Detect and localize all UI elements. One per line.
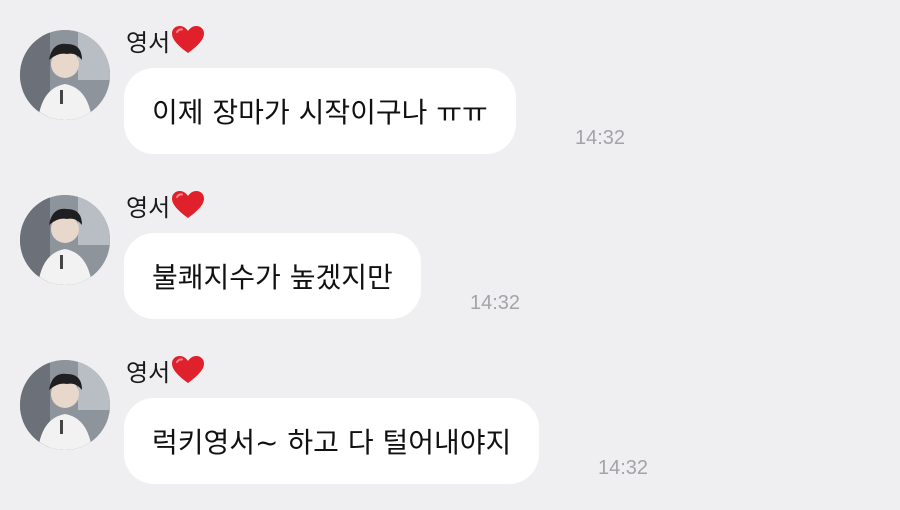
message-text: 럭키영서~ 하고 다 털어내야지 (152, 426, 512, 459)
message-row: 영서 럭키영서~ 하고 다 털어내야지 14:32 (0, 356, 900, 510)
message-bubble[interactable]: 이제 장마가 시작이구나 ㅠㅠ (124, 68, 516, 154)
message-bubble[interactable]: 럭키영서~ 하고 다 털어내야지 (124, 398, 540, 484)
sender-name: 영서 (126, 352, 205, 388)
red-heart-icon (171, 190, 205, 220)
sender-name: 영서 (126, 22, 205, 58)
message-row: 영서 이제 장마가 시작이구나 ㅠㅠ 14:32 (0, 26, 900, 195)
message-row: 영서 불쾌지수가 높겠지만 14:32 (0, 191, 900, 360)
avatar[interactable] (20, 30, 110, 120)
message-timestamp: 14:32 (575, 127, 626, 149)
sender-name: 영서 (126, 187, 205, 223)
red-heart-icon (171, 25, 205, 55)
message-text: 이제 장마가 시작이구나 ㅠㅠ (152, 96, 488, 129)
sender-name-text: 영서 (126, 193, 171, 222)
sender-name-text: 영서 (126, 28, 171, 57)
message-bubble[interactable]: 불쾌지수가 높겠지만 (124, 233, 421, 319)
avatar[interactable] (20, 195, 110, 285)
sender-name-text: 영서 (126, 358, 171, 387)
message-text: 불쾌지수가 높겠지만 (152, 261, 393, 294)
red-heart-icon (171, 355, 205, 385)
chat-thread: 영서 이제 장마가 시작이구나 ㅠㅠ 14:32 영서 불쾌지수가 높겠지만 1… (0, 0, 900, 510)
message-timestamp: 14:32 (598, 457, 649, 479)
avatar[interactable] (20, 360, 110, 450)
message-timestamp: 14:32 (470, 292, 521, 314)
